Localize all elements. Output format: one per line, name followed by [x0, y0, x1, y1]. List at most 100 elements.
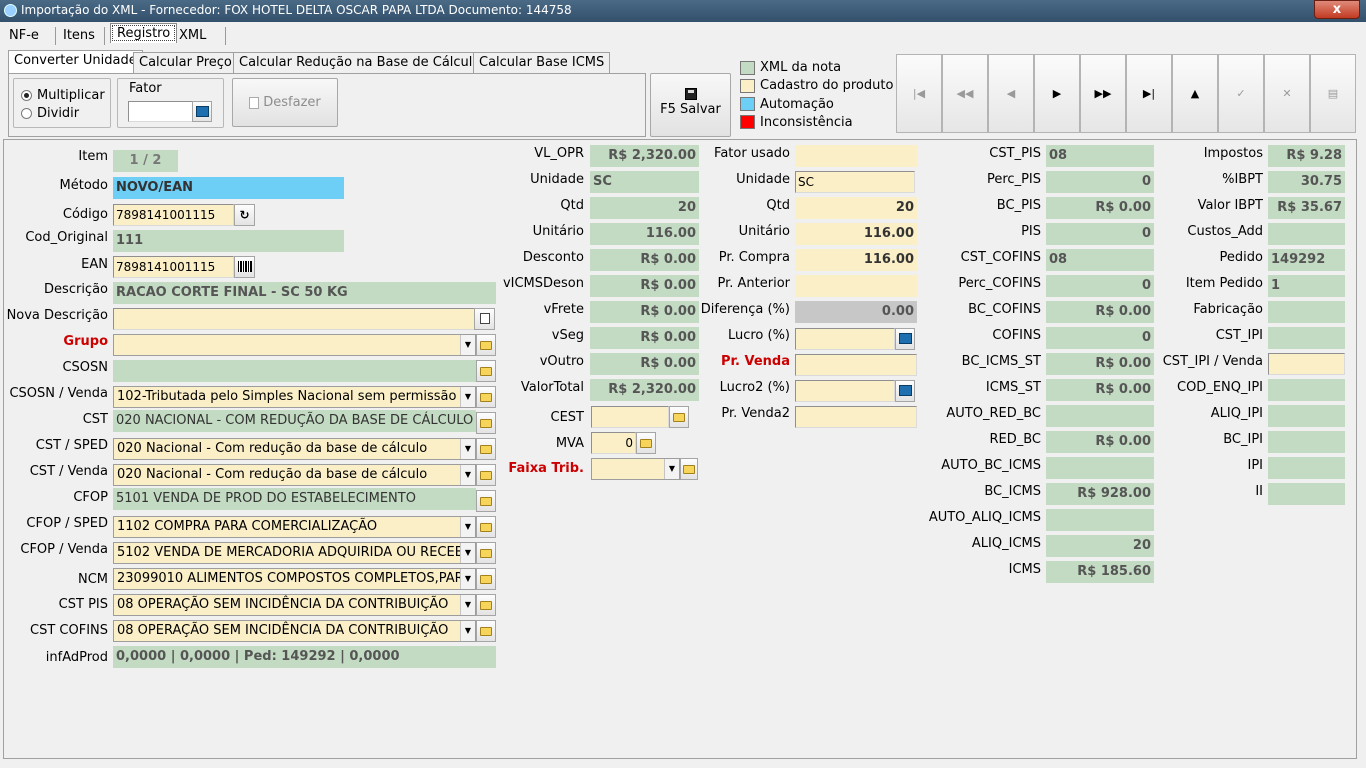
bc-pis-value: R$ 0.00	[1046, 197, 1154, 219]
nav-up-button[interactable]: ▲	[1172, 54, 1218, 133]
desfazer-button[interactable]: Desfazer	[232, 78, 338, 127]
salvar-label: F5 Salvar	[660, 102, 721, 117]
faixa-trib-folder-button[interactable]	[680, 458, 698, 480]
cfop-sped-select[interactable]: 1102 COMPRA PARA COMERCIALIZAÇÃO ▼	[113, 516, 476, 538]
cfop-label: CFOP	[73, 490, 108, 505]
unidade-xml-label: Unidade	[530, 172, 584, 187]
csosn-folder-button[interactable]	[476, 360, 496, 382]
grupo-label: Grupo	[63, 334, 108, 349]
diferenca-label: Diferença (%)	[700, 302, 790, 317]
nav-confirm-button[interactable]: ✓	[1218, 54, 1264, 133]
multiplicar-radio[interactable]	[21, 90, 32, 101]
title-bar: Importação do XML - Fornecedor: FOX HOTE…	[0, 0, 1366, 22]
cst-sped-folder-button[interactable]	[476, 438, 496, 460]
cst-sped-select[interactable]: 020 Nacional - Com redução da base de cá…	[113, 438, 476, 460]
cst-cofins-folder-button[interactable]	[476, 620, 496, 642]
subtab-calcular-base-icms[interactable]: Calcular Base ICMS	[473, 52, 611, 74]
cfop-venda-selected: 5102 VENDA DE MERCADORIA ADQUIRIDA OU RE…	[117, 545, 464, 560]
lucro-input[interactable]	[795, 328, 895, 350]
tab-nfe[interactable]: NF-e	[2, 25, 46, 45]
icms-st-value: R$ 0.00	[1046, 379, 1154, 401]
ean-input[interactable]: 7898141001115	[113, 256, 234, 278]
nav-prev-page-button[interactable]: ◀◀	[942, 54, 988, 133]
fator-calc-button[interactable]	[192, 101, 212, 122]
cest-folder-button[interactable]	[669, 406, 689, 428]
folder-icon	[673, 413, 685, 422]
cest-input[interactable]	[591, 406, 669, 428]
vfrete-value: R$ 0.00	[590, 301, 699, 323]
cst-venda-select[interactable]: 020 Nacional - Com redução da base de cá…	[113, 464, 476, 486]
pr-venda2-input[interactable]	[795, 406, 917, 428]
nav-next-page-button[interactable]: ▶▶	[1080, 54, 1126, 133]
cfop-value: 5101 VENDA DE PROD DO ESTABELECIMENTO	[113, 488, 476, 510]
lucro-calc-button[interactable]	[895, 328, 915, 350]
codigo-refresh-button[interactable]: ↻	[234, 204, 255, 226]
ncm-select[interactable]: 23099010 ALIMENTOS COMPOSTOS COMPLETOS,P…	[113, 568, 476, 590]
cst-cofins-select[interactable]: 08 OPERAÇÃO SEM INCIDÊNCIA DA CONTRIBUIÇ…	[113, 620, 476, 642]
window-title: Importação do XML - Fornecedor: FOX HOTE…	[21, 3, 572, 17]
subtab-calcular-reducao[interactable]: Calcular Redução na Base de Cálculo	[233, 52, 487, 74]
codigo-input[interactable]: 7898141001115	[113, 204, 234, 226]
custos-add-value	[1268, 223, 1345, 245]
cst-pis-folder-button[interactable]	[476, 594, 496, 616]
cst-pis-tax-value: 08	[1046, 145, 1154, 167]
chevron-down-icon: ▼	[460, 621, 475, 641]
nova-descricao-copy-button[interactable]	[474, 308, 495, 330]
app-icon	[4, 4, 17, 17]
refresh-icon: ↻	[239, 208, 250, 222]
grupo-folder-button[interactable]	[476, 334, 496, 356]
copy-icon	[479, 313, 490, 324]
csosn-venda-folder-button[interactable]	[476, 386, 496, 408]
cfop-folder-button[interactable]	[476, 490, 496, 512]
dividir-radio[interactable]	[21, 108, 32, 119]
ean-barcode-button[interactable]	[234, 256, 255, 278]
fator-usado-label: Fator usado	[714, 146, 790, 161]
nav-prev-button[interactable]: ◀	[988, 54, 1034, 133]
nav-last-button[interactable]: ▶|	[1126, 54, 1172, 133]
descricao-value: RACAO CORTE FINAL - SC 50 KG	[113, 282, 496, 304]
pibpt-label: %IBPT	[1222, 172, 1263, 187]
tab-itens[interactable]: Itens	[56, 25, 102, 45]
auto-bc-icms-value	[1046, 457, 1154, 479]
nav-first-button[interactable]: |◀	[896, 54, 942, 133]
csosn-venda-select[interactable]: 102-Tributada pelo Simples Nacional sem …	[113, 386, 476, 408]
tab-xml[interactable]: XML	[172, 25, 213, 45]
codigo-label: Código	[62, 207, 108, 222]
nova-descricao-input[interactable]	[113, 308, 476, 330]
grupo-select[interactable]: ▼	[113, 334, 476, 356]
cst-ipi-label: CST_IPI	[1215, 328, 1263, 343]
unitario-cad-value: 116.00	[795, 223, 917, 245]
cst-ipi-value	[1268, 327, 1345, 349]
pr-venda2-label: Pr. Venda2	[721, 406, 790, 421]
cfop-venda-select[interactable]: 5102 VENDA DE MERCADORIA ADQUIRIDA OU RE…	[113, 542, 476, 564]
pr-compra-value: 116.00	[795, 249, 917, 271]
subtab-converter-unidade[interactable]: Converter Unidade	[8, 50, 143, 74]
cst-venda-folder-button[interactable]	[476, 464, 496, 486]
undo-icon	[249, 96, 260, 109]
cfop-sped-folder-button[interactable]	[476, 516, 496, 538]
salvar-button[interactable]: F5 Salvar	[650, 73, 731, 137]
cest-label: CEST	[550, 410, 584, 425]
tab-registro[interactable]: Registro	[110, 23, 178, 43]
cst-pis-select[interactable]: 08 OPERAÇÃO SEM INCIDÊNCIA DA CONTRIBUIÇ…	[113, 594, 476, 616]
mva-input[interactable]: 0	[591, 432, 636, 454]
ncm-folder-button[interactable]	[476, 568, 496, 590]
cst-ipi-venda-input[interactable]	[1268, 353, 1345, 375]
lucro2-calc-button[interactable]	[895, 380, 915, 402]
close-button[interactable]: x	[1314, 0, 1360, 19]
vl-opr-label: VL_OPR	[534, 146, 584, 161]
unidade-cad-input[interactable]: SC	[795, 171, 915, 193]
pr-venda-input[interactable]	[795, 354, 917, 376]
fator-input[interactable]	[128, 101, 193, 122]
faixa-trib-select[interactable]: ▼	[591, 458, 680, 480]
mva-folder-button[interactable]	[636, 432, 656, 454]
lucro2-input[interactable]	[795, 380, 895, 402]
nav-cancel-button[interactable]: ✕	[1264, 54, 1310, 133]
nav-next-button[interactable]: ▶	[1034, 54, 1080, 133]
subtab-calcular-preco[interactable]: Calcular Preço	[133, 52, 238, 74]
cst-folder-button[interactable]	[476, 412, 496, 434]
nav-refresh-button[interactable]: ▤	[1310, 54, 1356, 133]
cfop-venda-folder-button[interactable]	[476, 542, 496, 564]
cst-sped-label: CST / SPED	[35, 438, 108, 453]
auto-red-bc-label: AUTO_RED_BC	[946, 406, 1041, 421]
